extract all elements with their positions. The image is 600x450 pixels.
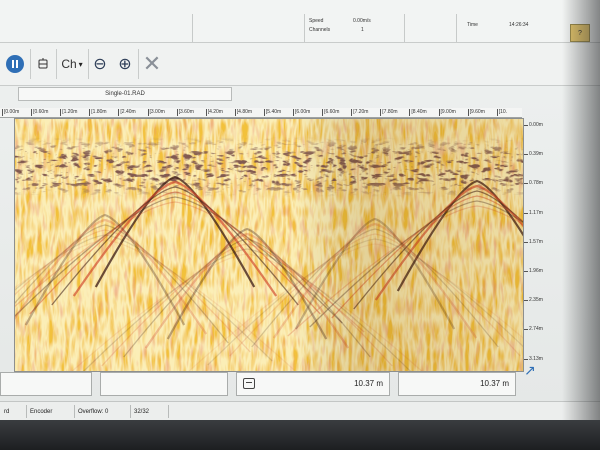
channel-label: Ch bbox=[61, 57, 77, 71]
device-bezel bbox=[0, 420, 600, 450]
ruler-tick-label: [7.20m bbox=[351, 109, 369, 116]
depth-tick-label: 0.00m bbox=[524, 122, 543, 128]
radargram-image bbox=[15, 119, 523, 371]
antenna-icon bbox=[243, 378, 255, 389]
pause-icon bbox=[6, 55, 24, 73]
status-empty-cell-2 bbox=[404, 14, 457, 42]
ruler-tick-label: [1.20m bbox=[60, 109, 78, 116]
zoom-out-button[interactable]: ⊖ bbox=[88, 49, 112, 79]
info-box-position: 10.37 m bbox=[236, 372, 390, 396]
ruler-tick-label: [7.80m bbox=[380, 109, 398, 116]
depth-tick-label: 2.74m bbox=[524, 326, 543, 333]
device-bezel-shadow bbox=[562, 0, 600, 420]
status-cell-record: rd bbox=[0, 405, 27, 418]
depth-tick-label: 0.78m bbox=[524, 180, 543, 187]
status-cell-overflow: Overflow: 0 bbox=[74, 405, 131, 418]
depth-tick-label: 1.17m bbox=[524, 209, 543, 216]
close-button[interactable]: ✕ bbox=[138, 49, 166, 79]
status-empty-cell bbox=[192, 14, 305, 42]
ruler-tick-label: [4.20m bbox=[205, 109, 223, 116]
channels-value: 1 bbox=[361, 27, 364, 33]
ruler-tick-label: [8.40m bbox=[409, 109, 427, 116]
position-value: 10.37 m bbox=[354, 379, 383, 388]
ruler-tick-label: [9.60m bbox=[467, 109, 485, 116]
depth-tick-label: 2.35m bbox=[524, 297, 543, 304]
ruler-tick-label: [1.80m bbox=[89, 109, 107, 116]
ruler-tick-label: [3.60m bbox=[176, 109, 194, 116]
pause-button[interactable] bbox=[0, 49, 31, 79]
ruler-tick-label: [4.80m bbox=[234, 109, 253, 116]
ruler-tick-label: [0.60m bbox=[31, 109, 49, 116]
antenna-button[interactable] bbox=[30, 49, 57, 79]
distance-value: 10.37 m bbox=[480, 379, 509, 388]
ruler-tick-label: [6.60m bbox=[322, 109, 340, 116]
depth-tick-label: 3.13m bbox=[524, 355, 543, 362]
time-label: Time bbox=[467, 22, 478, 28]
ruler-tick-label: [3.00m bbox=[147, 109, 165, 116]
zoom-in-button[interactable]: ⊕ bbox=[112, 49, 139, 79]
depth-tick-label: 1.57m bbox=[524, 238, 543, 245]
channel-select[interactable]: Ch ▾ bbox=[56, 49, 89, 79]
status-bar: Speed 0.00m/s Channels 1 Time 14:26:34 ? bbox=[0, 0, 600, 43]
file-name: Single-01.RAD bbox=[18, 87, 232, 101]
channels-label: Channels bbox=[309, 27, 331, 33]
close-icon: ✕ bbox=[142, 51, 162, 76]
status-time-cell: Time 14:26:34 bbox=[456, 14, 553, 42]
speed-label: Speed bbox=[309, 18, 324, 24]
info-box-distance: 10.37 m bbox=[398, 372, 516, 396]
ruler-tick-label: [10. bbox=[496, 109, 508, 116]
toolbar: Ch ▾ ⊖ ⊕ ✕ bbox=[0, 43, 600, 86]
bottom-status-bar: rd Encoder Overflow: 0 32/32 bbox=[0, 401, 600, 420]
ruler-tick-label: [2.40m bbox=[118, 109, 136, 116]
depth-axis: 0.00m 0.39m 0.78m 1.17m 1.57m 1.96m 2.35m 2.74m… bbox=[523, 118, 563, 370]
ruler-tick-label: [5.40m bbox=[263, 109, 282, 116]
ruler-tick-label: [9.00m bbox=[438, 109, 456, 116]
info-box-1 bbox=[0, 372, 92, 396]
gpr-screen: Speed 0.00m/s Channels 1 Time 14:26:34 ?… bbox=[0, 0, 600, 450]
distance-ruler: [0.00m [0.60m [1.20m [1.80m [2.40m [3.00m [3.6… bbox=[0, 108, 522, 118]
depth-tick-label: 0.39m bbox=[524, 151, 543, 158]
info-box-2 bbox=[100, 372, 228, 396]
chevron-down-icon: ▾ bbox=[78, 59, 83, 69]
status-speed-cell: Speed 0.00m/s Channels 1 bbox=[304, 14, 405, 42]
ruler-tick-label: [0.00m bbox=[1, 109, 20, 116]
antenna-settings-icon bbox=[38, 58, 48, 69]
zoom-out-icon: ⊖ bbox=[93, 56, 107, 73]
depth-tick-label: 1.96m bbox=[524, 268, 543, 274]
speed-value: 0.00m/s bbox=[353, 18, 371, 24]
status-cell-encoder: Encoder bbox=[26, 405, 75, 418]
status-cell-traces: 32/32 bbox=[130, 405, 169, 418]
expand-corner-icon[interactable]: ↗ bbox=[524, 362, 536, 379]
ruler-tick-label: [6.00m bbox=[292, 109, 311, 116]
time-value: 14:26:34 bbox=[509, 22, 529, 28]
radargram-view[interactable] bbox=[14, 118, 524, 372]
zoom-in-icon: ⊕ bbox=[118, 56, 132, 73]
radar-shadow bbox=[15, 119, 523, 371]
